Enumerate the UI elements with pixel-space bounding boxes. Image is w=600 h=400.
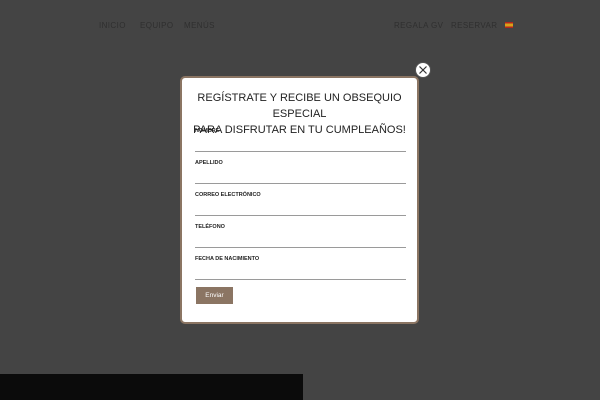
email-field[interactable] bbox=[195, 205, 406, 216]
close-icon bbox=[419, 66, 427, 74]
fecha-nacimiento-label: FECHA DE NACIMIENTO bbox=[195, 256, 260, 262]
correo-label: CORREO ELECTRÓNICO bbox=[195, 192, 261, 198]
enviar-button[interactable]: Enviar bbox=[196, 287, 233, 304]
nav-item-inicio[interactable]: INICIO bbox=[99, 21, 126, 30]
telefono-label: TELÉFONO bbox=[195, 224, 225, 230]
nombre-label: NOMBRE bbox=[195, 128, 220, 134]
close-button[interactable] bbox=[415, 62, 431, 78]
top-navigation: INICIO EQUIPO MENÚS REGALA GV RESERVAR bbox=[0, 0, 600, 52]
nav-item-menus[interactable]: MENÚS bbox=[184, 21, 215, 30]
nav-item-reservar[interactable]: RESERVAR bbox=[451, 21, 497, 30]
modal-title-line-1: REGÍSTRATE Y RECIBE UN OBSEQUIO ESPECIAL bbox=[197, 92, 402, 120]
spain-flag-icon[interactable] bbox=[505, 22, 513, 28]
birthday-signup-modal: REGÍSTRATE Y RECIBE UN OBSEQUIO ESPECIAL… bbox=[180, 76, 419, 324]
apellido-field[interactable] bbox=[195, 173, 406, 184]
nav-item-regala-gv[interactable]: REGALA GV bbox=[394, 21, 443, 30]
fecha-nacimiento-field[interactable] bbox=[195, 269, 406, 280]
background-image-strip bbox=[0, 374, 303, 400]
nav-item-equipo[interactable]: EQUIPO bbox=[140, 21, 174, 30]
nombre-field[interactable] bbox=[195, 141, 406, 152]
apellido-label: APELLIDO bbox=[195, 160, 223, 166]
telefono-field[interactable] bbox=[195, 237, 406, 248]
